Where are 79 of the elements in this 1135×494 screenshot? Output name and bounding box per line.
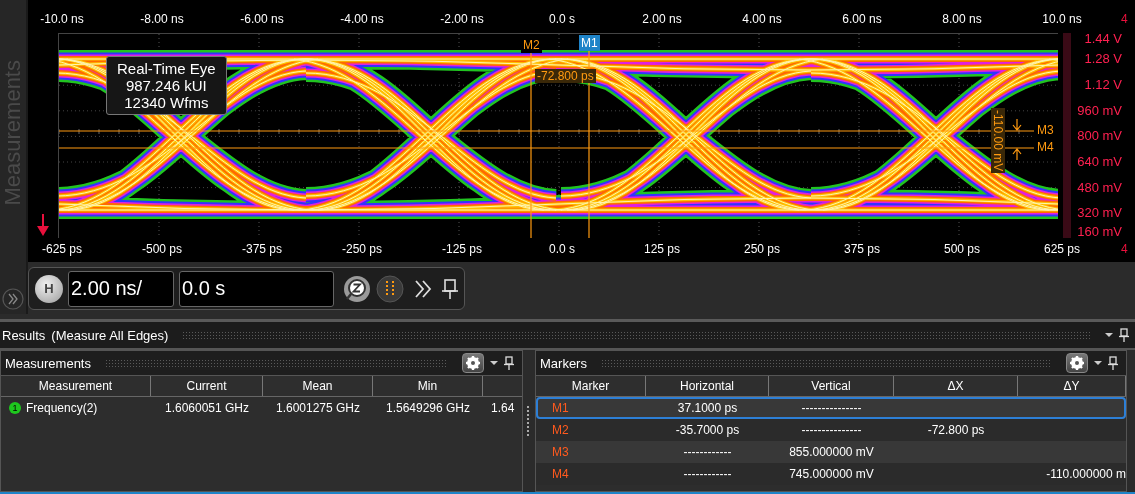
axis-label: 250 ps: [744, 242, 780, 256]
axis-label: 125 ps: [644, 242, 680, 256]
axis-label: 1.28 V: [1084, 50, 1122, 66]
channel-label: 4: [1121, 242, 1128, 256]
axis-label: -10.0 ns: [40, 12, 84, 26]
panel-title: Markers: [540, 355, 587, 371]
axis-label: 160 mV: [1077, 223, 1122, 239]
table-cell: 855.000000 mV: [789, 445, 874, 459]
column-header[interactable]: Vertical: [769, 376, 894, 396]
axis-label: -2.00 ns: [440, 12, 484, 26]
axis-label: 2.00 ns: [642, 12, 682, 26]
axis-label: -4.00 ns: [340, 12, 384, 26]
info-text: 12340 Wfms: [123, 94, 210, 111]
section-subtitle: (Measure All Edges): [51, 327, 169, 343]
info-text: 987.246 kUI: [124, 77, 208, 94]
delta-readout: -110.00 mV: [991, 108, 1005, 174]
column-header[interactable]: Horizontal: [646, 376, 769, 396]
table-cell: -72.800 ps: [927, 423, 985, 437]
table-cell: 745.000000 mV: [789, 467, 874, 481]
axis-label: -250 ps: [342, 242, 382, 256]
axis-label: -375 ps: [242, 242, 282, 256]
axis-label: 0.0 s: [549, 12, 575, 26]
table-cell: ------------: [683, 445, 732, 459]
channel-label: 4: [1121, 12, 1128, 26]
axis-label: 1.44 V: [1084, 30, 1122, 46]
axis-label: -125 ps: [442, 242, 482, 256]
axis-label: 8.00 ns: [942, 12, 982, 26]
axis-label: -625 ps: [42, 242, 82, 256]
table-cell: M1: [552, 401, 569, 415]
axis-label: 625 ps: [1044, 242, 1080, 256]
axis-label: 0.0 s: [549, 242, 575, 256]
column-header[interactable]: Marker: [536, 376, 646, 396]
table-cell: ---------------: [801, 401, 862, 415]
table-row[interactable]: M3 ------------ 855.000000 mV: [536, 441, 1126, 463]
axis-label: 960 mV: [1077, 102, 1122, 118]
table-cell: 1.5649296 GHz: [385, 401, 471, 415]
axis-label: 1.12 V: [1084, 76, 1122, 92]
column-header[interactable]: Min: [373, 376, 483, 396]
column-header[interactable]: Mean: [263, 376, 373, 396]
table-cell: -110.000000 m: [1046, 467, 1126, 481]
axis-label: -6.00 ns: [240, 12, 284, 26]
column-header[interactable]: ΔX: [894, 376, 1018, 396]
column-header[interactable]: ΔY: [1018, 376, 1126, 396]
table-row[interactable]: M1 37.1000 ps ---------------: [536, 397, 1126, 419]
marker-label[interactable]: M3: [1035, 122, 1056, 138]
marker-label[interactable]: M1: [579, 35, 600, 51]
table-cell: M3: [552, 445, 569, 459]
table-cell: M2: [552, 423, 569, 437]
table-cell: 37.1000 ps: [677, 401, 738, 415]
column-header[interactable]: Current: [151, 376, 263, 396]
table-cell: Frequency(2): [26, 401, 98, 415]
axis-label: 10.0 ns: [1042, 12, 1082, 26]
table-cell: M4: [552, 467, 569, 481]
table-cell: ------------: [683, 467, 732, 481]
marker-label[interactable]: M2: [521, 37, 542, 53]
horizontal-button[interactable]: H: [35, 274, 63, 303]
axis-label: 6.00 ns: [842, 12, 882, 26]
table-cell: -35.7000 ps: [675, 423, 740, 437]
axis-label: 500 ps: [944, 242, 980, 256]
axis-label: 4.00 ns: [742, 12, 782, 26]
axis-label: 480 mV: [1077, 179, 1122, 195]
axis-label: -8.00 ns: [140, 12, 184, 26]
table-cell: 1.64: [491, 401, 515, 415]
table-cell: ---------------: [801, 423, 862, 437]
panel-title: Measurements: [5, 355, 91, 371]
column-header[interactable]: Measurement: [1, 376, 151, 396]
axis-label: 800 mV: [1077, 127, 1122, 143]
table-cell: 1.6001275 GHz: [275, 401, 361, 415]
status-dot: 1: [9, 402, 21, 414]
axis-label: 320 mV: [1077, 204, 1122, 220]
scale-field[interactable]: 2.00 ns/: [68, 270, 174, 307]
position-field[interactable]: 0.0 s: [179, 270, 334, 307]
info-text: Real-Time Eye: [117, 60, 216, 77]
axis-label: -500 ps: [142, 242, 182, 256]
section-title: Results: [2, 327, 46, 343]
axis-label: 640 mV: [1077, 153, 1122, 169]
delta-readout: -72.800 ps: [535, 69, 596, 83]
axis-label: 375 ps: [844, 242, 880, 256]
table-cell: 1.6060051 GHz: [164, 401, 250, 415]
